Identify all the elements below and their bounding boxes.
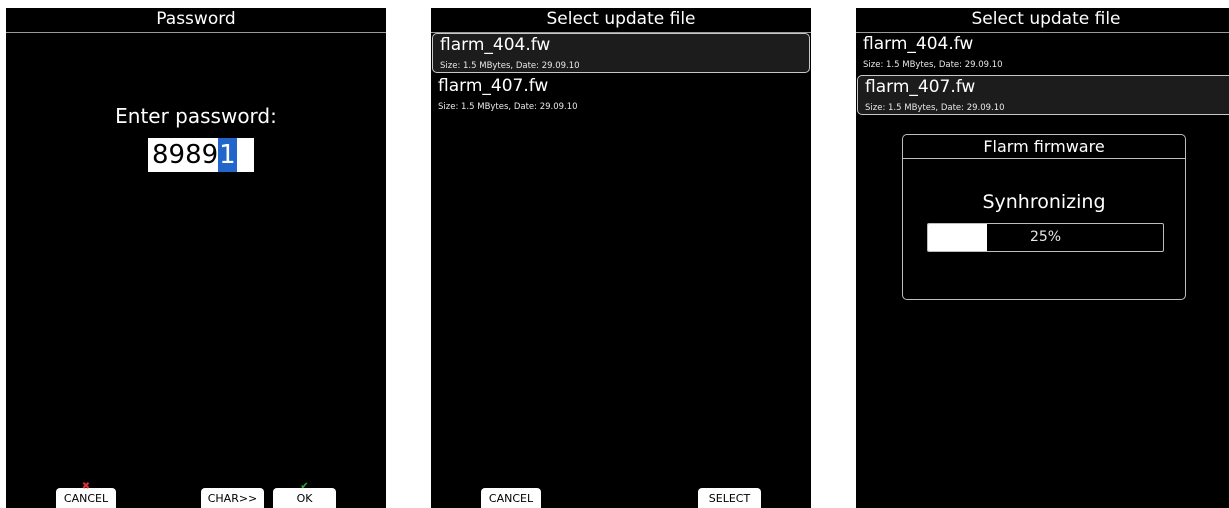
password-input[interactable]: 89891 [148,138,254,172]
file-meta: Size: 1.5 MBytes, Date: 29.09.10 [865,103,1005,113]
file-name: flarm_404.fw [863,34,974,54]
file-meta: Size: 1.5 MBytes, Date: 29.09.10 [863,60,1003,70]
flarm-firmware-dialog: Flarm firmware Synhronizing 25% [902,134,1186,300]
file-meta: Size: 1.5 MBytes, Date: 29.09.10 [440,61,580,71]
password-prompt: Enter password: [115,104,277,128]
dialog-message: Synhronizing [982,191,1106,213]
progress-bar: 25% [927,223,1164,252]
ok-button-label: OK [296,492,313,505]
cancel-button-label: CANCEL [488,492,534,505]
file-name: flarm_407.fw [438,76,549,96]
firmware-update-screen: Select update file flarm_404.fw Size: 1.… [856,8,1229,508]
file-meta: Size: 1.5 MBytes, Date: 29.09.10 [438,102,578,112]
file-name: flarm_404.fw [440,35,551,55]
select-file-screen: Select update file flarm_404.fw Size: 1.… [431,8,811,508]
cancel-button-label: CANCEL [63,492,109,505]
file-name: flarm_407.fw [865,77,976,97]
select-button[interactable]: SELECT [698,488,761,508]
x-mark-icon: ✖ [81,481,91,492]
ok-button[interactable]: ✔ OK [273,482,336,508]
file-item-flarm-404[interactable]: flarm_404.fw Size: 1.5 MBytes, Date: 29.… [856,33,1229,73]
check-mark-icon: ✔ [300,481,309,492]
file-item-flarm-407[interactable]: flarm_407.fw Size: 1.5 MBytes, Date: 29.… [431,75,811,115]
char-button[interactable]: CHAR>> [201,488,264,508]
progress-label: 25% [1029,229,1062,245]
char-button-label: CHAR>> [207,492,258,505]
select-button-label: SELECT [708,492,751,505]
cancel-button[interactable]: CANCEL [481,488,541,508]
password-screen: Password Enter password: 89891 ✖ CANCEL … [6,8,386,508]
file-item-flarm-404[interactable]: flarm_404.fw Size: 1.5 MBytes, Date: 29.… [432,33,810,73]
file-item-flarm-407[interactable]: flarm_407.fw Size: 1.5 MBytes, Date: 29.… [857,75,1229,115]
screen-title: Select update file [431,8,811,33]
password-entered-text: 8989 [152,140,219,170]
screen-title: Password [6,8,386,33]
cancel-button[interactable]: ✖ CANCEL [56,482,116,508]
screen-title: Select update file [856,8,1229,33]
dialog-title: Flarm firmware [903,135,1185,159]
password-cursor-char: 1 [218,138,237,172]
